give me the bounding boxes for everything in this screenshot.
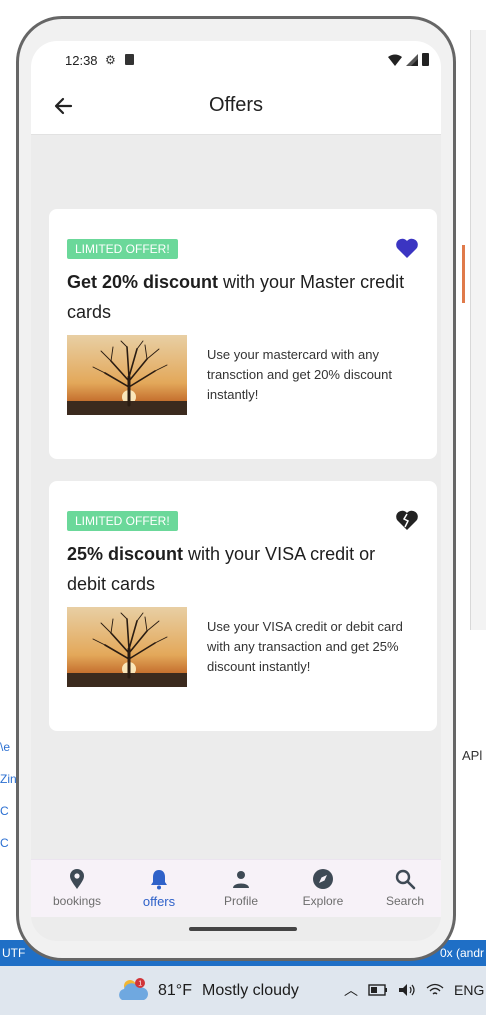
status-time: 12:38 xyxy=(65,53,98,68)
location-pin-icon xyxy=(70,869,84,889)
nav-item-offers[interactable]: offers xyxy=(119,868,199,909)
status-icons xyxy=(388,53,429,66)
offer-title: Get 20% discount with your Master credit… xyxy=(67,267,407,327)
settings-status-icon: ⚙ xyxy=(105,53,116,67)
background-accent xyxy=(462,245,465,303)
nav-item-search[interactable]: Search xyxy=(365,868,441,908)
sd-card-icon xyxy=(125,54,134,65)
device-label[interactable]: 0x (andr xyxy=(440,946,484,960)
offer-card[interactable]: LIMITED OFFER! Get 20% discount with you… xyxy=(49,209,437,459)
battery-icon[interactable] xyxy=(368,984,388,996)
encoding-label[interactable]: UTF xyxy=(2,946,25,960)
offer-image-tree-sunset xyxy=(67,607,187,687)
cloudy-weather-icon[interactable]: 1 xyxy=(116,976,150,1002)
home-indicator[interactable] xyxy=(189,927,297,931)
weather-description[interactable]: Mostly cloudy xyxy=(202,982,299,1000)
signal-icon xyxy=(406,53,418,66)
offer-title-bold: Get 20% discount xyxy=(67,272,219,292)
offer-title: 25% discount with your VISA credit or de… xyxy=(67,539,407,599)
phone-frame: 12:38 ⚙ Offers LIMITED OFFER! Get 20% di… xyxy=(16,16,456,961)
nav-label: bookings xyxy=(52,894,102,908)
offer-description: Use your mastercard with any transction … xyxy=(207,347,393,402)
search-icon xyxy=(395,869,416,890)
nav-label: Explore xyxy=(302,894,344,908)
wifi-icon xyxy=(388,54,402,66)
system-tray: ︿ ENG xyxy=(344,980,484,1000)
offer-title-bold: 25% discount xyxy=(67,544,184,564)
nav-item-profile[interactable]: Profile xyxy=(201,868,281,908)
offer-description: Use your VISA credit or debit card with … xyxy=(207,619,403,674)
weather-alert-count: 1 xyxy=(138,981,142,988)
heart-filled-icon[interactable] xyxy=(395,237,419,259)
wifi-icon[interactable] xyxy=(426,983,444,997)
app-bar: Offers xyxy=(31,77,441,135)
nav-label: Search xyxy=(385,894,425,908)
nav-label: Profile xyxy=(223,894,258,908)
language-indicator[interactable]: ENG xyxy=(454,982,484,998)
offer-image-tree-sunset xyxy=(67,335,187,415)
heart-broken-icon[interactable] xyxy=(395,509,419,531)
bottom-navigation: bookings offers Profile Explore Search xyxy=(31,859,441,917)
person-icon xyxy=(233,871,249,888)
volume-icon[interactable] xyxy=(398,983,416,997)
nav-item-explore[interactable]: Explore xyxy=(283,868,363,908)
chevron-up-icon[interactable]: ︿ xyxy=(344,980,358,1000)
battery-icon xyxy=(422,53,429,66)
background-window xyxy=(470,30,486,630)
windows-taskbar: 1 81°F Mostly cloudy ︿ ENG xyxy=(0,966,486,1015)
android-status-bar: 12:38 ⚙ xyxy=(31,41,441,77)
weather-temperature[interactable]: 81°F xyxy=(158,982,192,1000)
nav-item-bookings[interactable]: bookings xyxy=(37,868,117,908)
limited-offer-badge: LIMITED OFFER! xyxy=(67,239,178,259)
compass-icon xyxy=(313,869,333,889)
phone-screen: 12:38 ⚙ Offers LIMITED OFFER! Get 20% di… xyxy=(31,41,441,941)
nav-label: offers xyxy=(142,894,176,909)
limited-offer-badge: LIMITED OFFER! xyxy=(67,511,178,531)
background-right-label: APl xyxy=(462,748,483,763)
offer-card[interactable]: LIMITED OFFER! 25% discount with your VI… xyxy=(49,481,437,731)
bell-icon xyxy=(151,870,167,890)
page-title: Offers xyxy=(208,94,264,116)
